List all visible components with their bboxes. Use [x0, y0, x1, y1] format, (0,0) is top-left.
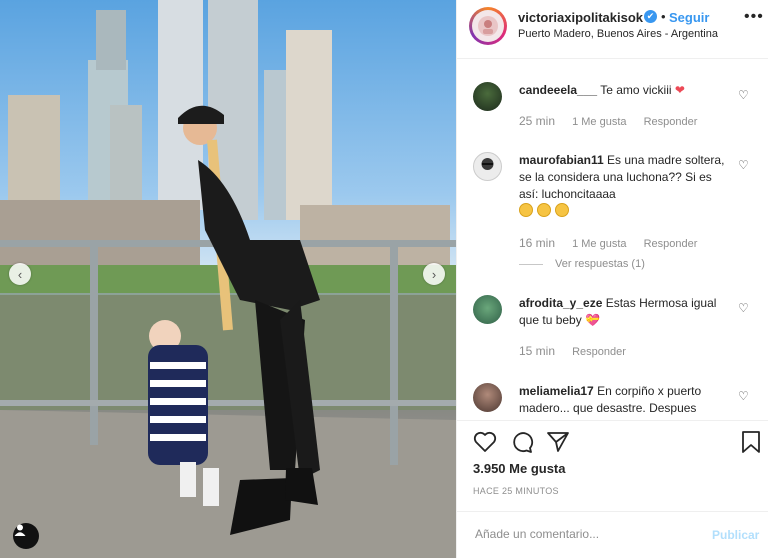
tagged-user-button[interactable] [13, 523, 39, 549]
post-header: victoriaxipolitakisok ✔ • Seguir Puerto … [457, 0, 768, 59]
like-comment-heart-icon[interactable]: ♡ [738, 389, 749, 403]
previous-photo-button[interactable]: ‹ [9, 263, 31, 285]
heart-box-icon: 💝 [585, 313, 601, 327]
chevron-left-icon: ‹ [17, 266, 23, 282]
post-location[interactable]: Puerto Madero, Buenos Aires - Argentina [518, 28, 718, 40]
comment-likes[interactable]: 1 Me gusta [572, 238, 626, 250]
reply-button[interactable]: Responder [644, 238, 698, 250]
like-comment-heart-icon[interactable]: ♡ [738, 88, 749, 102]
next-photo-button[interactable]: › [423, 263, 445, 285]
view-replies-button[interactable]: Ver respuestas (1) [519, 258, 645, 270]
chevron-right-icon: › [431, 266, 437, 282]
comment-bubble-icon[interactable] [510, 431, 534, 453]
post-timestamp: HACE 25 MINUTOS [473, 486, 559, 496]
comment-time: 15 min [519, 344, 556, 358]
view-replies-label: Ver respuestas (1) [555, 258, 645, 270]
commenter-avatar[interactable] [473, 82, 502, 111]
comment-time: 25 min [519, 114, 556, 128]
separator-dot: • [661, 9, 666, 24]
publish-button[interactable]: Publicar [712, 528, 759, 542]
replies-divider [519, 263, 543, 265]
like-comment-heart-icon[interactable]: ♡ [738, 301, 749, 315]
grinning-face-icon [555, 203, 569, 217]
likes-count[interactable]: 3.950 Me gusta [473, 461, 566, 476]
comment-text: Te amo vickiii [600, 83, 672, 97]
comment-username[interactable]: maurofabian11 [519, 153, 604, 167]
author-avatar[interactable] [469, 7, 507, 45]
grinning-face-icon [519, 203, 533, 217]
comment-username[interactable]: candeeela___ [519, 83, 597, 97]
comment-composer: Publicar [457, 511, 768, 559]
post-photo[interactable]: ‹ › [0, 0, 456, 558]
commenter-avatar[interactable] [473, 295, 502, 324]
like-heart-icon[interactable] [473, 431, 497, 453]
save-bookmark-icon[interactable] [741, 431, 761, 453]
comment-username[interactable]: meliamelia17 [519, 384, 594, 398]
reply-button[interactable]: Responder [644, 116, 698, 128]
comment-likes[interactable]: 1 Me gusta [572, 116, 626, 128]
reply-button[interactable]: Responder [572, 346, 626, 358]
more-options-icon[interactable]: ••• [744, 8, 764, 26]
photo-scene [0, 0, 456, 558]
share-send-icon[interactable] [546, 431, 570, 453]
commenter-avatar[interactable] [473, 383, 502, 412]
like-comment-heart-icon[interactable]: ♡ [738, 158, 749, 172]
user-tag-icon [14, 524, 26, 536]
comment-username[interactable]: afrodita_y_eze [519, 296, 602, 310]
comments-list[interactable]: candeeela___ Te amo vickiii ❤ 25 min 1 M… [457, 58, 768, 418]
author-avatar-image [478, 16, 498, 36]
red-heart-icon: ❤ [674, 83, 685, 97]
follow-button[interactable]: Seguir [669, 10, 709, 25]
author-username[interactable]: victoriaxipolitakisok [518, 10, 643, 25]
post-actions-bar [457, 420, 768, 461]
post-side-panel: victoriaxipolitakisok ✔ • Seguir Puerto … [456, 0, 768, 558]
grinning-face-icon [537, 203, 551, 217]
add-comment-input[interactable] [473, 526, 697, 542]
avatar-image [481, 158, 494, 170]
commenter-avatar[interactable] [473, 152, 502, 181]
comment-time: 16 min [519, 236, 556, 250]
verified-badge-icon: ✔ [644, 10, 657, 23]
